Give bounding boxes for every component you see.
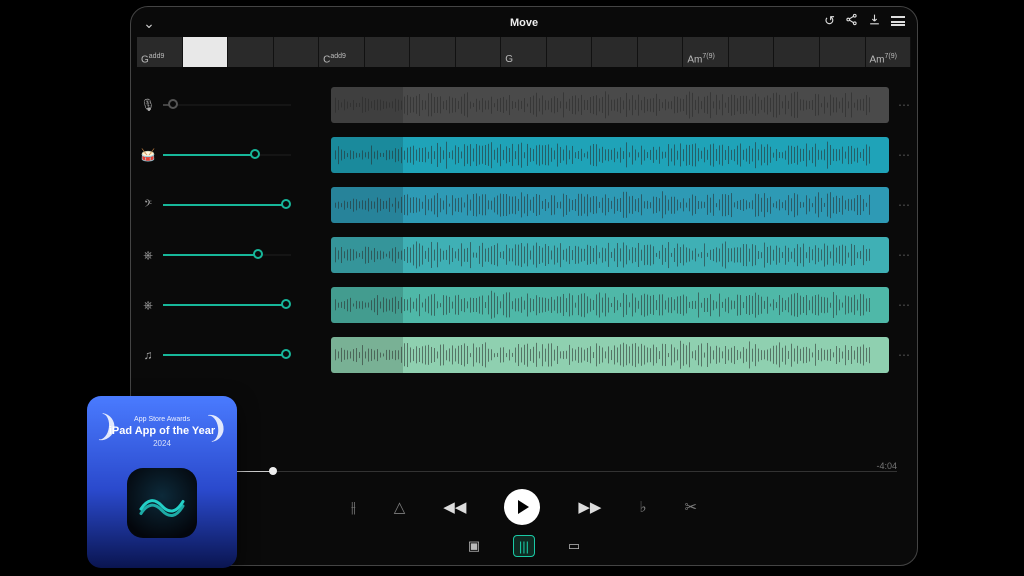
- tab-chat[interactable]: ▣: [463, 535, 485, 557]
- chord-label: Am7(9): [687, 53, 714, 65]
- chord-cell[interactable]: Gadd9: [137, 37, 183, 67]
- track-row: ⎈⋯: [137, 285, 911, 325]
- tab-video[interactable]: ▭: [563, 535, 585, 557]
- keys2-icon[interactable]: ⎈: [137, 298, 159, 313]
- chord-cell[interactable]: [456, 37, 502, 67]
- undo-icon[interactable]: ↺: [824, 13, 835, 29]
- chord-bar: Gadd9 Cadd9 G Am7(9) Am7(9): [137, 37, 911, 67]
- award-card: ❨ ❩ App Store Awards iPad App of the Yea…: [87, 396, 237, 568]
- metronome-button[interactable]: ⫲: [351, 499, 356, 516]
- chord-cell[interactable]: [774, 37, 820, 67]
- tracks-area: 🎙⋯🥁⋯𝄢⋯⎈⋯⎈⋯♫⋯: [137, 85, 911, 375]
- time-remaining: -4:04: [876, 461, 897, 471]
- chord-label: G: [505, 54, 513, 65]
- mic-icon[interactable]: 🎙: [137, 98, 159, 112]
- waveform: [331, 87, 889, 123]
- bass-icon[interactable]: 𝄢: [137, 198, 159, 213]
- waveform: [331, 137, 889, 173]
- timeline[interactable]: -4:04: [171, 467, 897, 477]
- bottom-tabs: ▣ ||| ▭: [131, 535, 917, 557]
- track-row: 🎙⋯: [137, 85, 911, 125]
- chord-label: Cadd9: [323, 53, 346, 65]
- forward-button[interactable]: ▶▶: [578, 498, 601, 516]
- volume-slider[interactable]: [163, 245, 291, 265]
- track-more-icon[interactable]: ⋯: [897, 348, 911, 362]
- track-more-icon[interactable]: ⋯: [897, 248, 911, 262]
- track-row: ⎈⋯: [137, 235, 911, 275]
- award-top-line: App Store Awards: [95, 416, 229, 423]
- chord-cell[interactable]: [638, 37, 684, 67]
- audio-clip[interactable]: [331, 187, 889, 223]
- waveform: [331, 287, 889, 323]
- volume-slider[interactable]: [163, 295, 291, 315]
- app-icon: [127, 468, 197, 538]
- cut-button[interactable]: ✂: [685, 498, 698, 516]
- chord-cell[interactable]: [274, 37, 320, 67]
- chord-label: Gadd9: [141, 53, 164, 65]
- tempo-button[interactable]: △: [394, 498, 406, 516]
- timeline-track: [171, 471, 897, 472]
- song-title: Move: [137, 17, 911, 29]
- app-window: ⌄ Move ↺ Gadd9Cadd9GAm7(9)Am7(9) 🎙⋯🥁⋯𝄢⋯⎈…: [130, 6, 918, 566]
- award-year: 2024: [95, 439, 229, 448]
- track-more-icon[interactable]: ⋯: [897, 148, 911, 162]
- notes-icon[interactable]: ♫: [137, 348, 159, 362]
- volume-slider[interactable]: [163, 145, 291, 165]
- chord-cell[interactable]: [228, 37, 274, 67]
- drums-icon[interactable]: 🥁: [137, 148, 159, 162]
- share-icon[interactable]: [845, 13, 858, 29]
- transport-controls: ⫲ △ ◀◀ ▶▶ ♭ ✂: [131, 489, 917, 525]
- chord-cell[interactable]: [547, 37, 593, 67]
- track-row: ♫⋯: [137, 335, 911, 375]
- tab-mixer[interactable]: |||: [513, 535, 535, 557]
- audio-clip[interactable]: [331, 287, 889, 323]
- top-bar: ⌄ Move ↺: [137, 11, 911, 35]
- volume-slider[interactable]: [163, 345, 291, 365]
- audio-clip[interactable]: [331, 87, 889, 123]
- chord-cell[interactable]: [729, 37, 775, 67]
- volume-slider[interactable]: [163, 95, 291, 115]
- chord-label: Am7(9): [870, 53, 897, 65]
- back-chevron-icon[interactable]: ⌄: [137, 15, 161, 32]
- keys1-icon[interactable]: ⎈: [137, 248, 159, 263]
- track-more-icon[interactable]: ⋯: [897, 198, 911, 212]
- waveform: [331, 187, 889, 223]
- play-button[interactable]: [504, 489, 540, 525]
- chord-cell[interactable]: [183, 37, 229, 67]
- chord-cell[interactable]: [365, 37, 411, 67]
- track-more-icon[interactable]: ⋯: [897, 98, 911, 112]
- audio-clip[interactable]: [331, 237, 889, 273]
- audio-clip[interactable]: [331, 137, 889, 173]
- waveform: [331, 237, 889, 273]
- menu-icon[interactable]: [891, 14, 905, 29]
- track-more-icon[interactable]: ⋯: [897, 298, 911, 312]
- chord-cell[interactable]: Am7(9): [866, 37, 912, 67]
- chord-cell[interactable]: Am7(9): [683, 37, 729, 67]
- top-actions: ↺: [824, 13, 905, 29]
- chord-cell[interactable]: [410, 37, 456, 67]
- transpose-button[interactable]: ♭: [639, 498, 646, 516]
- chord-cell[interactable]: [820, 37, 866, 67]
- rewind-button[interactable]: ◀◀: [443, 498, 466, 516]
- timeline-playhead[interactable]: [269, 467, 277, 475]
- chord-cell[interactable]: G: [501, 37, 547, 67]
- chord-cell[interactable]: Cadd9: [319, 37, 365, 67]
- track-row: 🥁⋯: [137, 135, 911, 175]
- volume-slider[interactable]: [163, 195, 291, 215]
- chord-cell[interactable]: [592, 37, 638, 67]
- play-icon: [518, 500, 529, 514]
- download-icon[interactable]: [868, 13, 881, 29]
- audio-clip[interactable]: [331, 337, 889, 373]
- track-row: 𝄢⋯: [137, 185, 911, 225]
- waveform: [331, 337, 889, 373]
